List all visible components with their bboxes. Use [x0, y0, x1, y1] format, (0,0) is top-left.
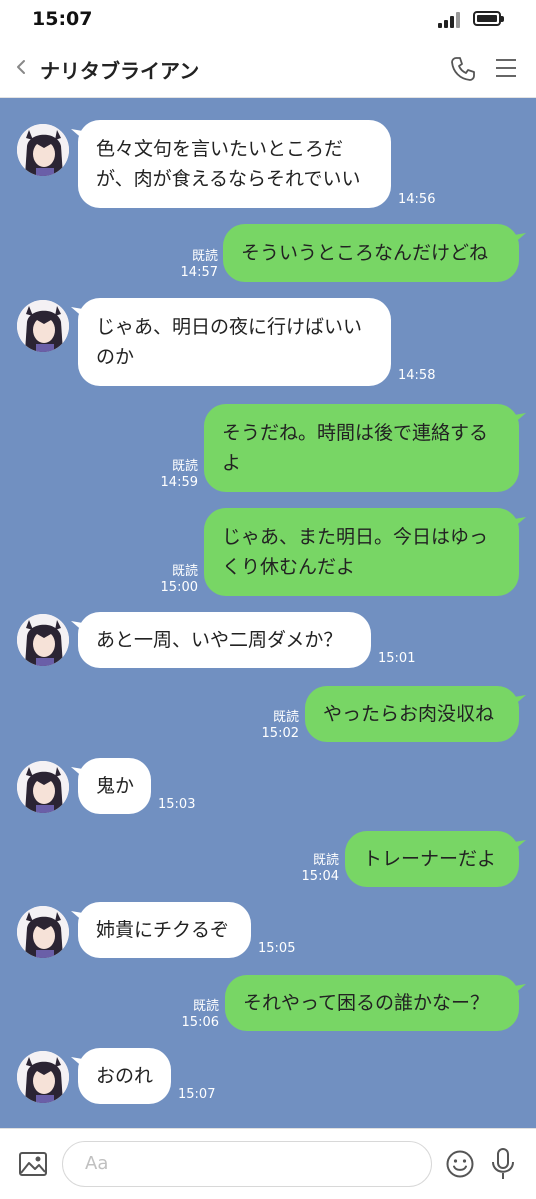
message-input[interactable]: Aa [62, 1141, 432, 1187]
phone-icon[interactable] [449, 55, 477, 83]
avatar[interactable] [17, 300, 69, 352]
read-receipt: 既読 [272, 710, 299, 725]
smiley-icon[interactable] [445, 1149, 475, 1179]
message-time: 14:58 [398, 368, 436, 383]
message-meta: 既読 14:57 [168, 249, 218, 281]
message-meta: 既読 15:00 [148, 564, 198, 596]
message-time: 14:57 [180, 265, 218, 280]
message-meta: 既読 15:02 [249, 710, 299, 742]
message-time: 15:02 [261, 726, 299, 741]
read-receipt: 既読 [171, 459, 198, 474]
message-meta: 既読 14:59 [148, 459, 198, 491]
signal-icon [438, 12, 462, 28]
message-bubble-incoming[interactable]: あと一周、いや二周ダメか？ [78, 612, 371, 668]
message-time: 15:00 [160, 580, 198, 595]
message-time: 15:04 [301, 869, 339, 884]
message-bubble-outgoing[interactable]: じゃあ、また明日。今日はゆっ くり休むんだよ [204, 508, 519, 596]
read-receipt: 既読 [191, 249, 218, 264]
message-bubble-incoming[interactable]: 鬼か [78, 758, 151, 814]
avatar[interactable] [17, 1051, 69, 1103]
message-time: 14:56 [398, 192, 436, 207]
message-bubble-incoming[interactable]: おのれ [78, 1048, 171, 1104]
message-time: 15:03 [158, 797, 196, 812]
message-bubble-outgoing[interactable]: そういうところなんだけどね [223, 224, 519, 282]
microphone-icon[interactable] [490, 1147, 516, 1181]
read-receipt: 既読 [171, 564, 198, 579]
message-bubble-outgoing[interactable]: そうだね。時間は後で連絡する よ [204, 404, 519, 492]
status-time: 15:07 [32, 8, 93, 30]
message-time: 15:01 [378, 651, 416, 666]
battery-icon [473, 11, 504, 26]
message-bubble-outgoing[interactable]: トレーナーだよ [345, 831, 519, 887]
read-receipt: 既読 [192, 999, 219, 1014]
message-time: 14:59 [160, 475, 198, 490]
message-list: 色々文句を言いたいところだ が、肉が食えるならそれでいい 14:56 そういうと… [0, 98, 536, 1128]
message-time: 15:06 [181, 1015, 219, 1030]
chat-header: ナリタブライアン [0, 38, 536, 98]
message-time: 15:07 [178, 1087, 216, 1102]
input-bar: Aa [0, 1128, 536, 1199]
image-icon[interactable] [18, 1151, 48, 1177]
message-bubble-incoming[interactable]: 姉貴にチクるぞ [78, 902, 251, 958]
message-meta: 既読 15:04 [289, 853, 339, 885]
status-bar: 15:07 [0, 0, 536, 38]
avatar[interactable] [17, 124, 69, 176]
hamburger-menu-icon[interactable] [494, 57, 518, 79]
message-bubble-outgoing[interactable]: それやって困るの誰かなー？ [225, 975, 519, 1031]
message-meta: 既読 15:06 [169, 999, 219, 1031]
message-bubble-incoming[interactable]: 色々文句を言いたいところだ が、肉が食えるならそれでいい [78, 120, 391, 208]
chat-title: ナリタブライアン [40, 59, 200, 83]
read-receipt: 既読 [312, 853, 339, 868]
avatar[interactable] [17, 761, 69, 813]
chevron-left-icon[interactable] [14, 54, 28, 80]
message-bubble-incoming[interactable]: じゃあ、明日の夜に行けばいい のか [78, 298, 391, 386]
message-time: 15:05 [258, 941, 296, 956]
message-bubble-outgoing[interactable]: やったらお肉没収ね [305, 686, 519, 742]
avatar[interactable] [17, 906, 69, 958]
avatar[interactable] [17, 614, 69, 666]
